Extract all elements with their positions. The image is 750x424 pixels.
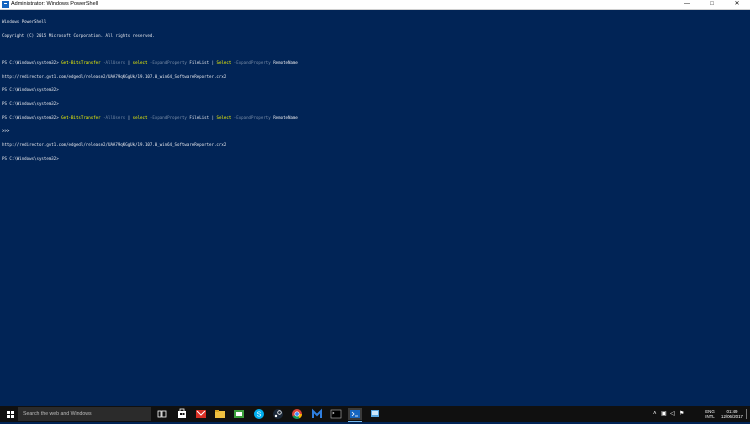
command-prompt-icon[interactable] (330, 408, 342, 420)
pipe: | (127, 114, 131, 120)
start-button[interactable] (3, 406, 17, 422)
chrome-icon[interactable] (291, 408, 303, 420)
console-line: PS C:\Windows\system32> (2, 88, 748, 93)
param: -AllUsers (103, 114, 126, 120)
network-icon[interactable]: ▣ (661, 410, 667, 418)
console-line: PS C:\Windows\system32> Get-BitsTransfer… (2, 114, 748, 121)
select-cmdlet: select (132, 114, 148, 120)
malwarebytes-icon[interactable] (311, 408, 323, 420)
param: -ExpandProperty (149, 60, 187, 66)
window-title: Administrator: Windows PowerShell (11, 1, 99, 7)
volume-icon[interactable]: ◁ (670, 410, 675, 418)
console-line: PS C:\Windows\system32> Get-BitsTransfer… (2, 60, 748, 66)
prompt: PS C:\Windows\system32> (2, 60, 59, 66)
system-tray: ˄ ▣ ◁ ⚑ ENG INTL 01:49 12/06/2017 (650, 406, 750, 422)
arg: FileList (189, 60, 210, 66)
output-url: http://redirector.gvt1.com/edgedl/releas… (2, 73, 227, 79)
pipe: | (127, 60, 131, 66)
prompt: PS C:\Windows\system32> (2, 114, 59, 120)
maximize-button[interactable]: □ (703, 0, 721, 9)
continuation-prompt: >>> (2, 128, 10, 134)
console-line: http://redirector.gvt1.com/edgedl/releas… (2, 73, 748, 80)
powershell-icon (2, 1, 9, 8)
chevron-up-icon[interactable]: ˄ (653, 410, 657, 418)
header-line: Windows PowerShell (2, 19, 47, 25)
gmail-icon[interactable] (195, 408, 207, 420)
store-icon[interactable] (176, 408, 188, 420)
search-placeholder: Search the web and Windows (23, 411, 92, 417)
notification-flag-icon[interactable]: ⚑ (679, 410, 684, 418)
prompt: PS C:\Windows\system32> (2, 87, 59, 93)
close-button[interactable]: ✕ (728, 0, 746, 9)
windows-logo-icon (11, 411, 14, 414)
param: -ExpandProperty (233, 114, 271, 120)
file-explorer-icon[interactable] (214, 408, 226, 420)
param: -AllUsers (103, 60, 126, 66)
cmdlet: Get-BitsTransfer (61, 114, 101, 120)
steam-icon[interactable] (272, 408, 284, 420)
console-line: http://redirector.gvt1.com/edgedl/releas… (2, 141, 748, 148)
param: -ExpandProperty (149, 114, 187, 120)
vertical-scrollbar[interactable] (746, 10, 750, 406)
select-cmdlet: select (132, 60, 148, 66)
select-cmdlet: Select (216, 114, 232, 120)
arg: FileList (189, 114, 210, 120)
windows-logo-icon (11, 415, 14, 418)
prompt: PS C:\Windows\system32> (2, 155, 59, 161)
windows-logo-icon (7, 411, 10, 414)
clock-date[interactable]: 12/06/2017 (720, 414, 744, 419)
prompt: PS C:\Windows\system32> (2, 100, 59, 106)
locale-indicator[interactable]: INTL (704, 414, 716, 419)
search-box[interactable]: Search the web and Windows (18, 407, 151, 421)
cmdlet: Get-BitsTransfer (61, 60, 101, 66)
param: -ExpandProperty (233, 60, 271, 66)
console-output[interactable]: Windows PowerShell Copyright (C) 2015 Mi… (2, 11, 748, 170)
output-url: http://redirector.gvt1.com/edgedl/releas… (2, 141, 227, 147)
skype-icon[interactable]: S (253, 408, 265, 420)
pipe: | (211, 114, 215, 120)
pipe: | (211, 60, 215, 66)
drive-icon[interactable] (233, 408, 245, 420)
task-view-icon[interactable] (156, 408, 168, 420)
windows-logo-icon (7, 415, 10, 418)
console-line: Windows PowerShell (2, 19, 748, 25)
minimize-button[interactable]: — (678, 0, 696, 9)
console-line: PS C:\Windows\system32> (2, 100, 748, 107)
arg: RemoteName (273, 114, 298, 120)
select-cmdlet: Select (216, 60, 232, 66)
arg: RemoteName (273, 60, 298, 66)
copyright-line: Copyright (C) 2015 Microsoft Corporation… (2, 32, 155, 38)
console-line: PS C:\Windows\system32> (2, 155, 748, 162)
taskbar: Search the web and Windows S ˄ ▣ ◁ ⚑ ENG… (0, 406, 750, 422)
powershell-icon[interactable] (348, 408, 362, 420)
console-line: Copyright (C) 2015 Microsoft Corporation… (2, 32, 748, 39)
console-line: >>> (2, 128, 748, 134)
svg-text:S: S (257, 412, 262, 419)
remote-desktop-icon[interactable] (369, 408, 381, 420)
powershell-window[interactable]: Administrator: Windows PowerShell — □ ✕ … (0, 0, 750, 406)
title-bar[interactable]: Administrator: Windows PowerShell — □ ✕ (0, 0, 750, 10)
show-desktop-button[interactable] (746, 409, 750, 419)
